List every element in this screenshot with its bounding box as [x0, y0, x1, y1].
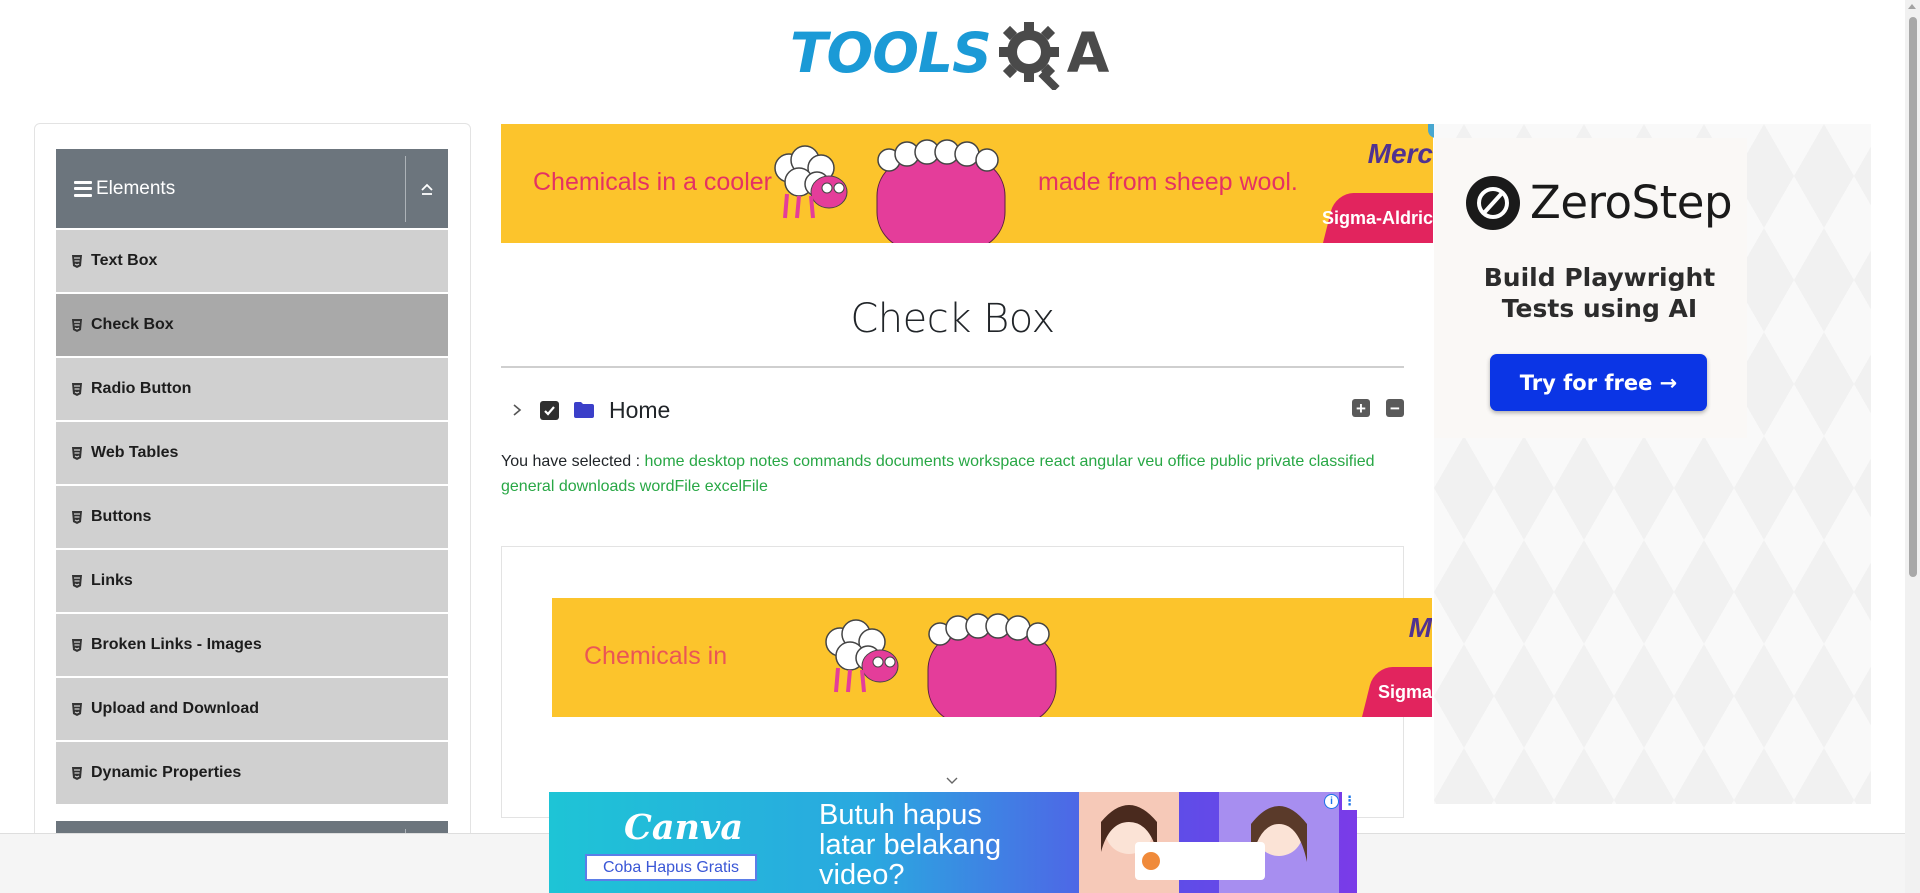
canva-headline: Butuh hapus latar belakang video?: [819, 800, 1001, 890]
sidebar-item-broken-links-images[interactable]: Broken Links - Images: [56, 614, 448, 676]
folder-icon: [574, 402, 594, 418]
selection-result: You have selected : home desktop notes c…: [501, 449, 1404, 499]
sidebar-item-radio-button[interactable]: Radio Button: [56, 358, 448, 420]
zerostep-tagline-line-2: Tests using AI: [1501, 294, 1698, 323]
canva-cta-button[interactable]: Coba Hapus Gratis: [585, 854, 757, 881]
html5-icon: [72, 318, 82, 332]
ad-brand: Merc: [1367, 138, 1433, 169]
html5-icon: [72, 574, 82, 588]
selected-item: wordFile: [639, 478, 701, 495]
canva-logo: Canva: [624, 807, 743, 848]
sidebar-item-label: Upload and Download: [91, 700, 259, 717]
collapse-all-button[interactable]: −: [1386, 399, 1404, 417]
toolsqa-logo[interactable]: TOOLS A: [790, 16, 1120, 90]
ad-mid-brand: M: [1408, 612, 1432, 643]
selected-item: workspace: [958, 453, 1036, 470]
group-title: Elements: [96, 177, 176, 199]
zerostep-tagline-line-1: Build Playwright: [1483, 263, 1716, 292]
selected-item: angular: [1079, 453, 1133, 470]
scroll-down-chevron-icon[interactable]: [944, 776, 960, 786]
sidebar-item-dynamic-properties[interactable]: Dynamic Properties: [56, 742, 448, 804]
sidebar-item-label: Dynamic Properties: [91, 764, 242, 781]
selected-item: veu: [1137, 453, 1164, 470]
sidebar-item-label: Broken Links - Images: [91, 636, 262, 653]
canva-ad-banner[interactable]: Canva Coba Hapus Gratis Butuh hapus lata…: [549, 792, 1357, 893]
selected-item: home: [644, 453, 685, 470]
canva-headline-line-1: Butuh hapus: [819, 799, 982, 831]
title-divider: [501, 366, 1404, 368]
selected-item: excelFile: [704, 478, 768, 495]
elements-group-header[interactable]: Elements: [56, 149, 448, 228]
sidebar-item-label: Web Tables: [91, 444, 179, 461]
canva-headline-line-3: video?: [819, 859, 905, 891]
canva-people-image-icon: [1079, 792, 1339, 893]
logo-gear-icon: [998, 22, 1060, 90]
sheep-illustration-icon: [774, 139, 1006, 243]
sidebar-item-upload-and-download[interactable]: Upload and Download: [56, 678, 448, 740]
selected-item: notes: [749, 453, 789, 470]
html5-icon: [72, 254, 82, 268]
sidebar-item-buttons[interactable]: Buttons: [56, 486, 448, 548]
ad-text-right: made from sheep wool.: [1038, 168, 1298, 196]
hamburger-icon: [74, 180, 92, 197]
selected-item: private: [1256, 453, 1305, 470]
logo-accent: A: [1066, 20, 1110, 85]
selected-item: classified: [1308, 453, 1375, 470]
html5-icon: [72, 702, 82, 716]
left-panel: Elements Text Box Check Box Radio Button We…: [34, 123, 471, 871]
zerostep-logo-icon: [1466, 176, 1520, 230]
checkbox-tree-root: Home + −: [501, 393, 1404, 427]
ad-info-icon[interactable]: i: [1324, 794, 1339, 809]
sidebar-item-label: Radio Button: [91, 380, 192, 397]
logo-text: TOOLS: [790, 20, 992, 85]
header-divider: [405, 155, 406, 222]
sidebar-item-label: Buttons: [91, 508, 152, 525]
selected-item: downloads: [558, 478, 636, 495]
zerostep-ad-card[interactable]: ZeroStep Build Playwright Tests using AI…: [1434, 138, 1747, 438]
expand-chevron-icon[interactable]: [510, 403, 524, 417]
selected-item: react: [1039, 453, 1076, 470]
expand-all-button[interactable]: +: [1352, 399, 1370, 417]
ad-brand-tag: Sigma-Aldric: [1321, 208, 1433, 228]
sheep-illustration-icon: [825, 613, 1057, 717]
selected-item: public: [1209, 453, 1252, 470]
html5-icon: [72, 382, 82, 396]
zerostep-brand: ZeroStep: [1530, 176, 1733, 229]
page-title: Check Box: [850, 296, 1055, 342]
elements-menu: Text Box Check Box Radio Button Web Tables B…: [56, 230, 448, 806]
try-for-free-button[interactable]: Try for free →: [1490, 354, 1707, 411]
ad-mid-text: Chemicals in: [584, 642, 728, 670]
sidebar-item-web-tables[interactable]: Web Tables: [56, 422, 448, 484]
selected-item: general: [501, 478, 555, 495]
collapse-toggle-icon[interactable]: [406, 149, 448, 228]
selected-item: commands: [793, 453, 872, 470]
selected-item: documents: [875, 453, 955, 470]
html5-icon: [72, 766, 82, 780]
ad-banner-middle[interactable]: Chemicals in M Sigma: [552, 598, 1432, 717]
sidebar-item-label: Text Box: [91, 252, 158, 269]
sidebar-item-label: Check Box: [91, 316, 174, 333]
home-label[interactable]: Home: [609, 397, 670, 424]
ad-banner-top[interactable]: Chemicals in a cooler made from sheep wo…: [501, 124, 1433, 243]
ad-options-icon[interactable]: ⋮: [1342, 792, 1357, 810]
scrollbar-thumb[interactable]: [1909, 17, 1917, 577]
ad-mid-tag: Sigma: [1377, 682, 1432, 702]
zerostep-tagline: Build Playwright Tests using AI: [1434, 262, 1765, 324]
scroll-up-arrow-icon[interactable]: [1908, 4, 1916, 9]
html5-icon: [72, 446, 82, 460]
canva-headline-line-2: latar belakang: [819, 829, 1002, 861]
selected-item: office: [1167, 453, 1206, 470]
html5-icon: [72, 510, 82, 524]
html5-icon: [72, 638, 82, 652]
sidebar-item-links[interactable]: Links: [56, 550, 448, 612]
ad-text-left: Chemicals in a cooler: [533, 168, 772, 196]
selected-item: desktop: [689, 453, 746, 470]
result-prefix: You have selected :: [501, 453, 641, 470]
sidebar-item-label: Links: [91, 572, 133, 589]
page-scrollbar[interactable]: [1905, 0, 1920, 893]
home-checkbox[interactable]: [540, 400, 559, 420]
sidebar-item-check-box[interactable]: Check Box: [56, 294, 448, 356]
sidebar-item-text-box[interactable]: Text Box: [56, 230, 448, 292]
